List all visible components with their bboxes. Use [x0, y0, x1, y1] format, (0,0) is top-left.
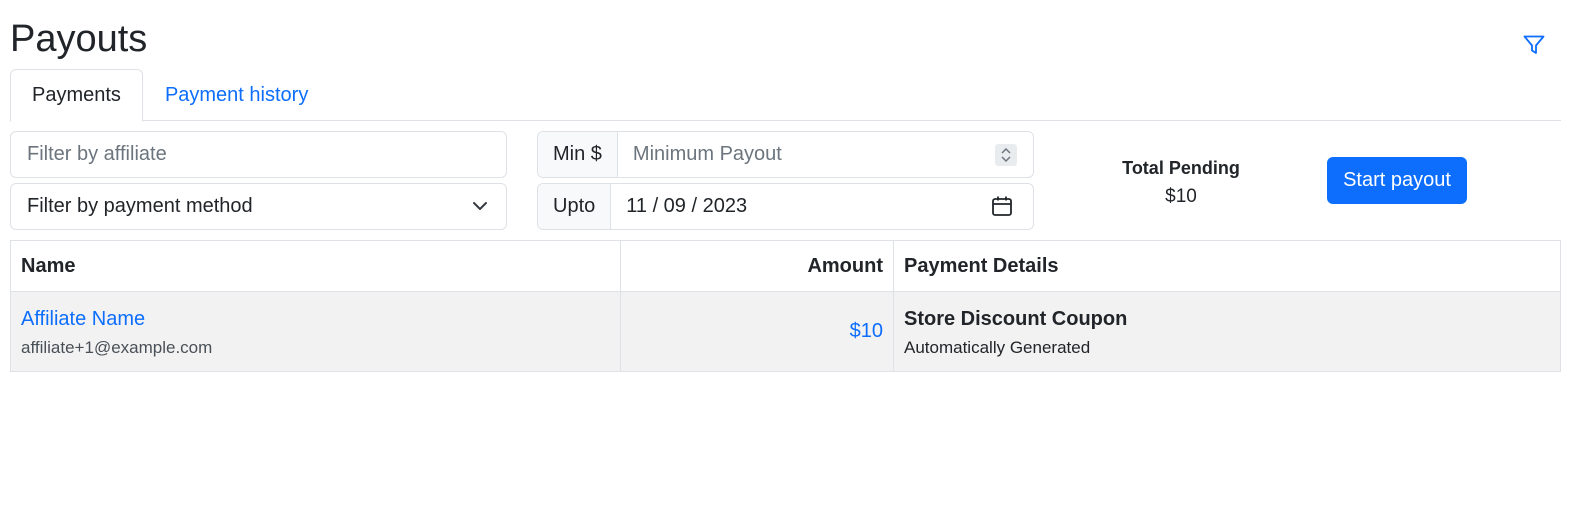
- payment-method-select[interactable]: Filter by payment method: [10, 183, 507, 230]
- page-title: Payouts: [10, 18, 148, 60]
- min-payout-input[interactable]: Minimum Payout: [618, 132, 1033, 177]
- total-pending-value: $10: [1165, 186, 1197, 207]
- number-spinner-icon[interactable]: [995, 144, 1017, 166]
- table-row: Affiliate Name affiliate+1@example.com $…: [10, 291, 1561, 372]
- affiliate-email: affiliate+1@example.com: [21, 337, 213, 357]
- payment-detail-title: Store Discount Coupon: [904, 307, 1128, 330]
- amount-link[interactable]: $10: [850, 320, 883, 342]
- payouts-page: Payouts Payments Payment history Filter …: [0, 0, 1577, 515]
- affiliate-filter-input[interactable]: Filter by affiliate: [10, 131, 507, 178]
- start-payout-button[interactable]: Start payout: [1327, 157, 1467, 204]
- payment-details-cell: Store Discount Coupon Automatically Gene…: [893, 291, 1561, 372]
- upto-date-group: Upto 11 / 09 / 2023: [537, 183, 1034, 230]
- tab-bar: Payments Payment history: [10, 69, 1561, 122]
- tab-payment-history[interactable]: Payment history: [143, 69, 330, 121]
- upto-date-value: 11 / 09 / 2023: [626, 195, 748, 217]
- calendar-icon[interactable]: [991, 195, 1013, 223]
- tab-payments[interactable]: Payments: [10, 69, 143, 122]
- column-header-amount: Amount: [620, 240, 894, 292]
- affiliate-name-link[interactable]: Affiliate Name: [21, 306, 610, 332]
- total-pending: Total Pending $10: [1100, 157, 1262, 208]
- column-header-payment-details: Payment Details: [893, 240, 1561, 292]
- table-header-row: Name Amount Payment Details: [10, 240, 1561, 292]
- filter-icon[interactable]: [1522, 34, 1546, 56]
- payment-method-selected: Filter by payment method: [27, 195, 253, 217]
- min-payout-placeholder: Minimum Payout: [632, 143, 782, 165]
- affiliate-filter-placeholder: Filter by affiliate: [27, 143, 167, 165]
- min-payout-group: Min $ Minimum Payout: [537, 131, 1034, 178]
- name-cell: Affiliate Name affiliate+1@example.com: [10, 291, 621, 372]
- column-header-name: Name: [10, 240, 621, 292]
- total-pending-label: Total Pending: [1122, 158, 1240, 178]
- payouts-table: Name Amount Payment Details Affiliate Na…: [10, 240, 1561, 372]
- upto-date-input[interactable]: 11 / 09 / 2023: [611, 184, 1033, 229]
- min-addon-label: Min $: [538, 132, 618, 177]
- upto-addon-label: Upto: [538, 184, 612, 229]
- amount-cell: $10: [620, 291, 894, 372]
- chevron-down-icon: [472, 197, 488, 220]
- payment-detail-subtitle: Automatically Generated: [904, 337, 1091, 357]
